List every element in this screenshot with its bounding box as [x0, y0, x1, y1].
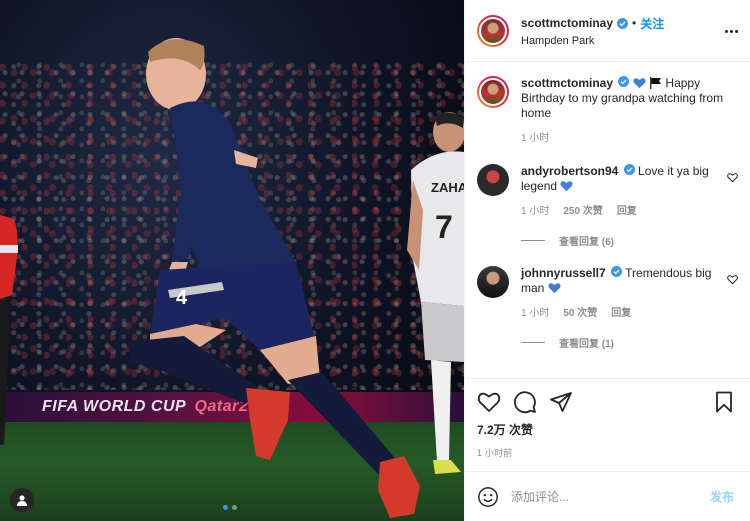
commenter-username[interactable]: andyrobertson94 — [521, 164, 618, 178]
view-replies-button[interactable]: 查看回复 (6) — [521, 233, 738, 248]
post-timestamp[interactable]: 1 小时前 — [477, 446, 738, 459]
comment-input[interactable] — [511, 489, 710, 504]
comments-list[interactable]: scottmctominay Happy Birthday to my gran… — [465, 62, 750, 378]
view-replies-button[interactable]: 查看回复 (1) — [521, 335, 738, 350]
commenter-avatar[interactable] — [477, 164, 509, 196]
comment-bubble-icon[interactable] — [513, 390, 537, 414]
black-flag-emoji-icon — [650, 77, 662, 89]
like-comment-heart-icon[interactable] — [727, 172, 738, 183]
like-comment-heart-icon[interactable] — [727, 274, 738, 285]
likes-count[interactable]: 7.2万 次赞 — [477, 421, 738, 438]
comment-item: andyrobertson94 Love it ya big legend 1 … — [477, 164, 738, 219]
caption-username[interactable]: scottmctominay — [521, 76, 613, 90]
replies-divider — [521, 342, 545, 343]
post-header: scottmctominay • 关注 Hampden Park — [465, 0, 750, 62]
verified-badge-icon — [617, 17, 629, 29]
shorts-number: 4 — [176, 287, 188, 309]
more-dot-icon — [724, 29, 728, 33]
carousel-dot[interactable] — [232, 505, 237, 510]
reply-button[interactable]: 回复 — [617, 204, 637, 219]
verified-badge-icon — [623, 164, 635, 175]
tagged-users-button[interactable] — [10, 488, 34, 512]
view-replies-label: 查看回复 (1) — [559, 339, 614, 350]
carousel-indicator — [223, 505, 237, 510]
instagram-post-dialog: FIFA WORLD CUP Qatar20 4 ZAHA 7 scottmct… — [0, 0, 750, 521]
post-comment-button[interactable]: 发布 — [710, 488, 734, 505]
post-photo[interactable]: FIFA WORLD CUP Qatar20 4 ZAHA 7 — [0, 0, 464, 521]
jersey-number: 7 — [435, 209, 453, 245]
more-dot-icon — [734, 29, 738, 33]
emoji-smiley-icon[interactable] — [477, 486, 499, 508]
opponent-player-figure: ZAHAVI 7 — [407, 112, 464, 474]
blue-heart-emoji-icon — [560, 181, 573, 192]
user-icon — [17, 495, 27, 506]
caption: scottmctominay Happy Birthday to my gran… — [477, 76, 738, 146]
carousel-dot[interactable] — [223, 505, 228, 510]
comment-time[interactable]: 1 小时 — [521, 306, 549, 321]
comment-likes[interactable]: 250 次赞 — [563, 204, 602, 219]
separator-dot: • — [632, 16, 637, 30]
reply-button[interactable]: 回复 — [611, 306, 631, 321]
caption-time: 1 小时 — [521, 133, 550, 144]
post-actions: 7.2万 次赞 1 小时前 — [465, 378, 750, 459]
post-side-panel: scottmctominay • 关注 Hampden Park scottmc… — [464, 0, 750, 521]
verified-badge-icon — [618, 76, 630, 87]
location-link[interactable]: Hampden Park — [521, 35, 664, 47]
like-heart-icon[interactable] — [477, 390, 501, 414]
replies-divider — [521, 240, 545, 241]
more-options-button[interactable] — [722, 22, 740, 40]
main-player-figure: 4 — [128, 38, 420, 518]
blue-heart-emoji-icon — [633, 78, 646, 89]
more-dot-icon — [729, 29, 733, 33]
verified-badge-icon — [611, 266, 623, 277]
add-comment-bar: 发布 — [465, 471, 750, 521]
comment-time[interactable]: 1 小时 — [521, 204, 549, 219]
commenter-avatar[interactable] — [477, 266, 509, 298]
commenter-username[interactable]: johnnyrussell7 — [521, 266, 606, 280]
author-username[interactable]: scottmctominay — [521, 16, 613, 30]
jersey-name: ZAHAVI — [431, 180, 464, 195]
view-replies-label: 查看回复 (6) — [559, 237, 614, 248]
comment-item: johnnyrussell7 Tremendous big man 1 小时 5… — [477, 266, 738, 321]
comment-likes[interactable]: 50 次赞 — [563, 306, 597, 321]
blue-heart-emoji-icon — [548, 283, 561, 294]
follow-button[interactable]: 关注 — [640, 15, 664, 32]
author-avatar[interactable] — [477, 14, 509, 47]
caption-avatar[interactable] — [477, 76, 509, 108]
save-bookmark-icon[interactable] — [712, 390, 736, 414]
share-paper-plane-icon[interactable] — [549, 390, 573, 414]
